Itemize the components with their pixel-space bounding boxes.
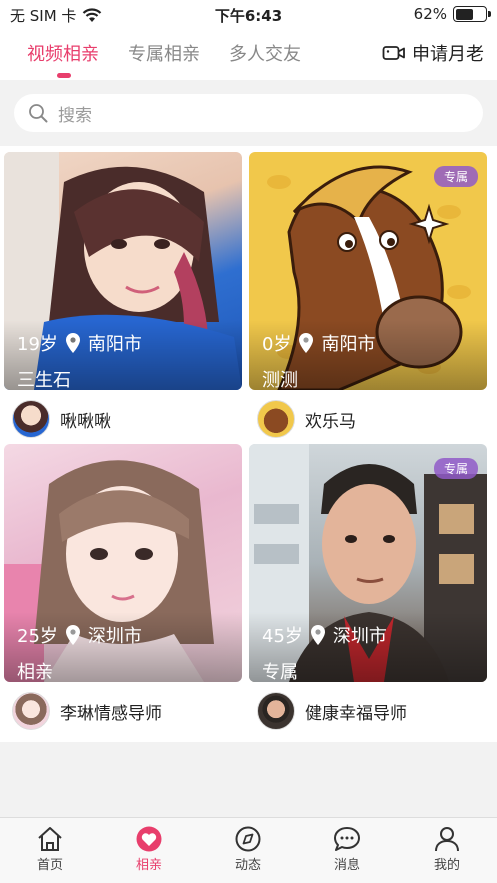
exclusive-badge: 专属 <box>433 166 478 187</box>
avatar[interactable] <box>257 400 295 438</box>
profile-photo[interactable]: 19岁 南阳市 三生石 <box>4 152 242 390</box>
age-label: 25岁 <box>17 626 58 647</box>
card-user[interactable]: 健康幸福导师 <box>257 692 407 730</box>
apply-matchmaker-button[interactable]: 申请月老 <box>382 40 484 66</box>
bottom-tab-bar: 首页 相亲 动态 消息 我的 <box>0 817 497 883</box>
card-user[interactable]: 李琳情感导师 <box>12 692 162 730</box>
profile-grid: 19岁 南阳市 三生石 啾啾啾 专属 0岁 南阳市 测测 欢乐马 25岁 深圳市… <box>0 146 497 742</box>
profile-photo[interactable]: 专属 45岁 深圳市 专属 <box>249 444 487 682</box>
tab-dating-label: 相亲 <box>135 858 162 873</box>
user-name: 啾啾啾 <box>60 411 111 432</box>
avatar[interactable] <box>12 400 50 438</box>
user-name: 健康幸福导师 <box>305 703 407 724</box>
tab-home-label: 首页 <box>36 858 63 873</box>
search-area: 搜索 <box>0 80 497 146</box>
city-label: 南阳市 <box>321 334 376 355</box>
home-icon <box>38 827 62 851</box>
tab-moments[interactable]: 动态 <box>218 826 278 873</box>
age-label: 0岁 <box>262 334 292 355</box>
location-pin-icon <box>65 333 80 353</box>
profile-photo[interactable]: 25岁 深圳市 相亲 <box>4 444 242 682</box>
location-pin-icon <box>310 625 325 645</box>
battery-icon <box>453 6 491 22</box>
age-label: 45岁 <box>262 626 303 647</box>
tab-profile-label: 我的 <box>433 858 460 873</box>
location-pin-icon <box>65 625 80 645</box>
video-camera-icon <box>382 46 405 60</box>
card-tag: 相亲 <box>17 662 53 682</box>
tab-messages[interactable]: 消息 <box>317 826 377 873</box>
search-icon <box>29 104 48 123</box>
tab-exclusive-dating[interactable]: 专属相亲 <box>128 40 200 66</box>
active-tab-indicator <box>57 73 71 78</box>
avatar[interactable] <box>12 692 50 730</box>
tab-home[interactable]: 首页 <box>20 826 80 873</box>
search-input[interactable]: 搜索 <box>14 94 483 132</box>
tab-messages-label: 消息 <box>333 858 360 873</box>
avatar[interactable] <box>257 692 295 730</box>
age-location: 25岁 深圳市 <box>17 622 142 648</box>
location-pin-icon <box>299 333 314 353</box>
card-user[interactable]: 啾啾啾 <box>12 400 111 438</box>
tab-video-dating[interactable]: 视频相亲 <box>27 40 99 66</box>
age-location: 45岁 深圳市 <box>262 622 387 648</box>
card-tag: 专属 <box>262 662 298 682</box>
tab-profile[interactable]: 我的 <box>417 826 477 873</box>
exclusive-badge: 专属 <box>433 458 478 479</box>
compass-icon <box>235 826 261 852</box>
person-icon <box>435 827 459 852</box>
user-name: 欢乐马 <box>305 411 356 432</box>
city-label: 深圳市 <box>332 626 387 647</box>
tab-moments-label: 动态 <box>234 858 261 873</box>
card-tag: 测测 <box>262 370 298 390</box>
profile-photo[interactable]: 专属 0岁 南阳市 测测 <box>249 152 487 390</box>
status-bar: 无 SIM 卡 下午6:43 62% <box>0 0 497 28</box>
age-label: 19岁 <box>17 334 58 355</box>
city-label: 深圳市 <box>87 626 142 647</box>
chat-icon <box>334 827 360 851</box>
city-label: 南阳市 <box>87 334 142 355</box>
age-location: 0岁 南阳市 <box>262 330 375 356</box>
age-location: 19岁 南阳市 <box>17 330 142 356</box>
user-name: 李琳情感导师 <box>60 703 162 724</box>
battery-percent: 62% <box>413 5 447 23</box>
top-tabs: 视频相亲 专属相亲 多人交友 申请月老 <box>0 28 497 80</box>
heart-icon <box>136 826 162 852</box>
tab-dating[interactable]: 相亲 <box>119 826 179 873</box>
apply-matchmaker-label: 申请月老 <box>412 44 484 65</box>
card-user[interactable]: 欢乐马 <box>257 400 356 438</box>
tab-group-friends[interactable]: 多人交友 <box>229 40 301 66</box>
search-placeholder: 搜索 <box>58 105 92 126</box>
card-tag: 三生石 <box>17 370 71 390</box>
